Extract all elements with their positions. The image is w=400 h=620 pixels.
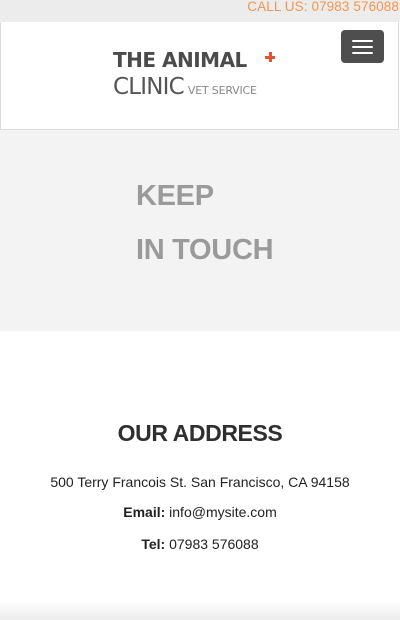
hamburger-menu-icon-bar bbox=[352, 52, 373, 54]
bottom-shadow bbox=[0, 600, 400, 620]
email-label: Email: bbox=[123, 504, 166, 520]
logo-vet-service-text: VET SERVICE bbox=[187, 84, 257, 97]
menu-toggle-button[interactable] bbox=[341, 30, 384, 63]
medical-cross-icon bbox=[265, 52, 275, 62]
call-us-link[interactable]: CALL US: 07983 576088 bbox=[247, 0, 399, 13]
tel-label: Tel: bbox=[141, 536, 166, 552]
hamburger-menu-icon bbox=[352, 40, 373, 42]
site-logo[interactable]: THE ANIMAL CLINIC VET SERVICE bbox=[113, 48, 275, 100]
street-address: 500 Terry Francois St. San Francisco, CA… bbox=[50, 474, 350, 490]
logo-clinic-text: CLINIC bbox=[113, 74, 185, 100]
hero-heading-line-2: IN TOUCH bbox=[136, 234, 274, 266]
logo-line-2: CLINIC VET SERVICE bbox=[113, 74, 257, 100]
logo-line-1: THE ANIMAL bbox=[113, 48, 247, 72]
tel-value: 07983 576088 bbox=[169, 536, 259, 552]
email-link[interactable]: info@mysite.com bbox=[169, 504, 277, 520]
hamburger-menu-icon-bar bbox=[352, 46, 373, 48]
tel-line: Tel: 07983 576088 bbox=[0, 536, 400, 552]
site-header: THE ANIMAL CLINIC VET SERVICE bbox=[0, 22, 399, 130]
keep-in-touch-banner: KEEP IN TOUCH bbox=[0, 130, 400, 331]
email-line: Email: info@mysite.com bbox=[0, 504, 400, 520]
address-heading: OUR ADDRESS bbox=[117, 420, 283, 446]
top-bar: CALL US: 07983 576088 bbox=[0, 0, 400, 22]
hero-heading-line-1: KEEP bbox=[136, 180, 214, 212]
